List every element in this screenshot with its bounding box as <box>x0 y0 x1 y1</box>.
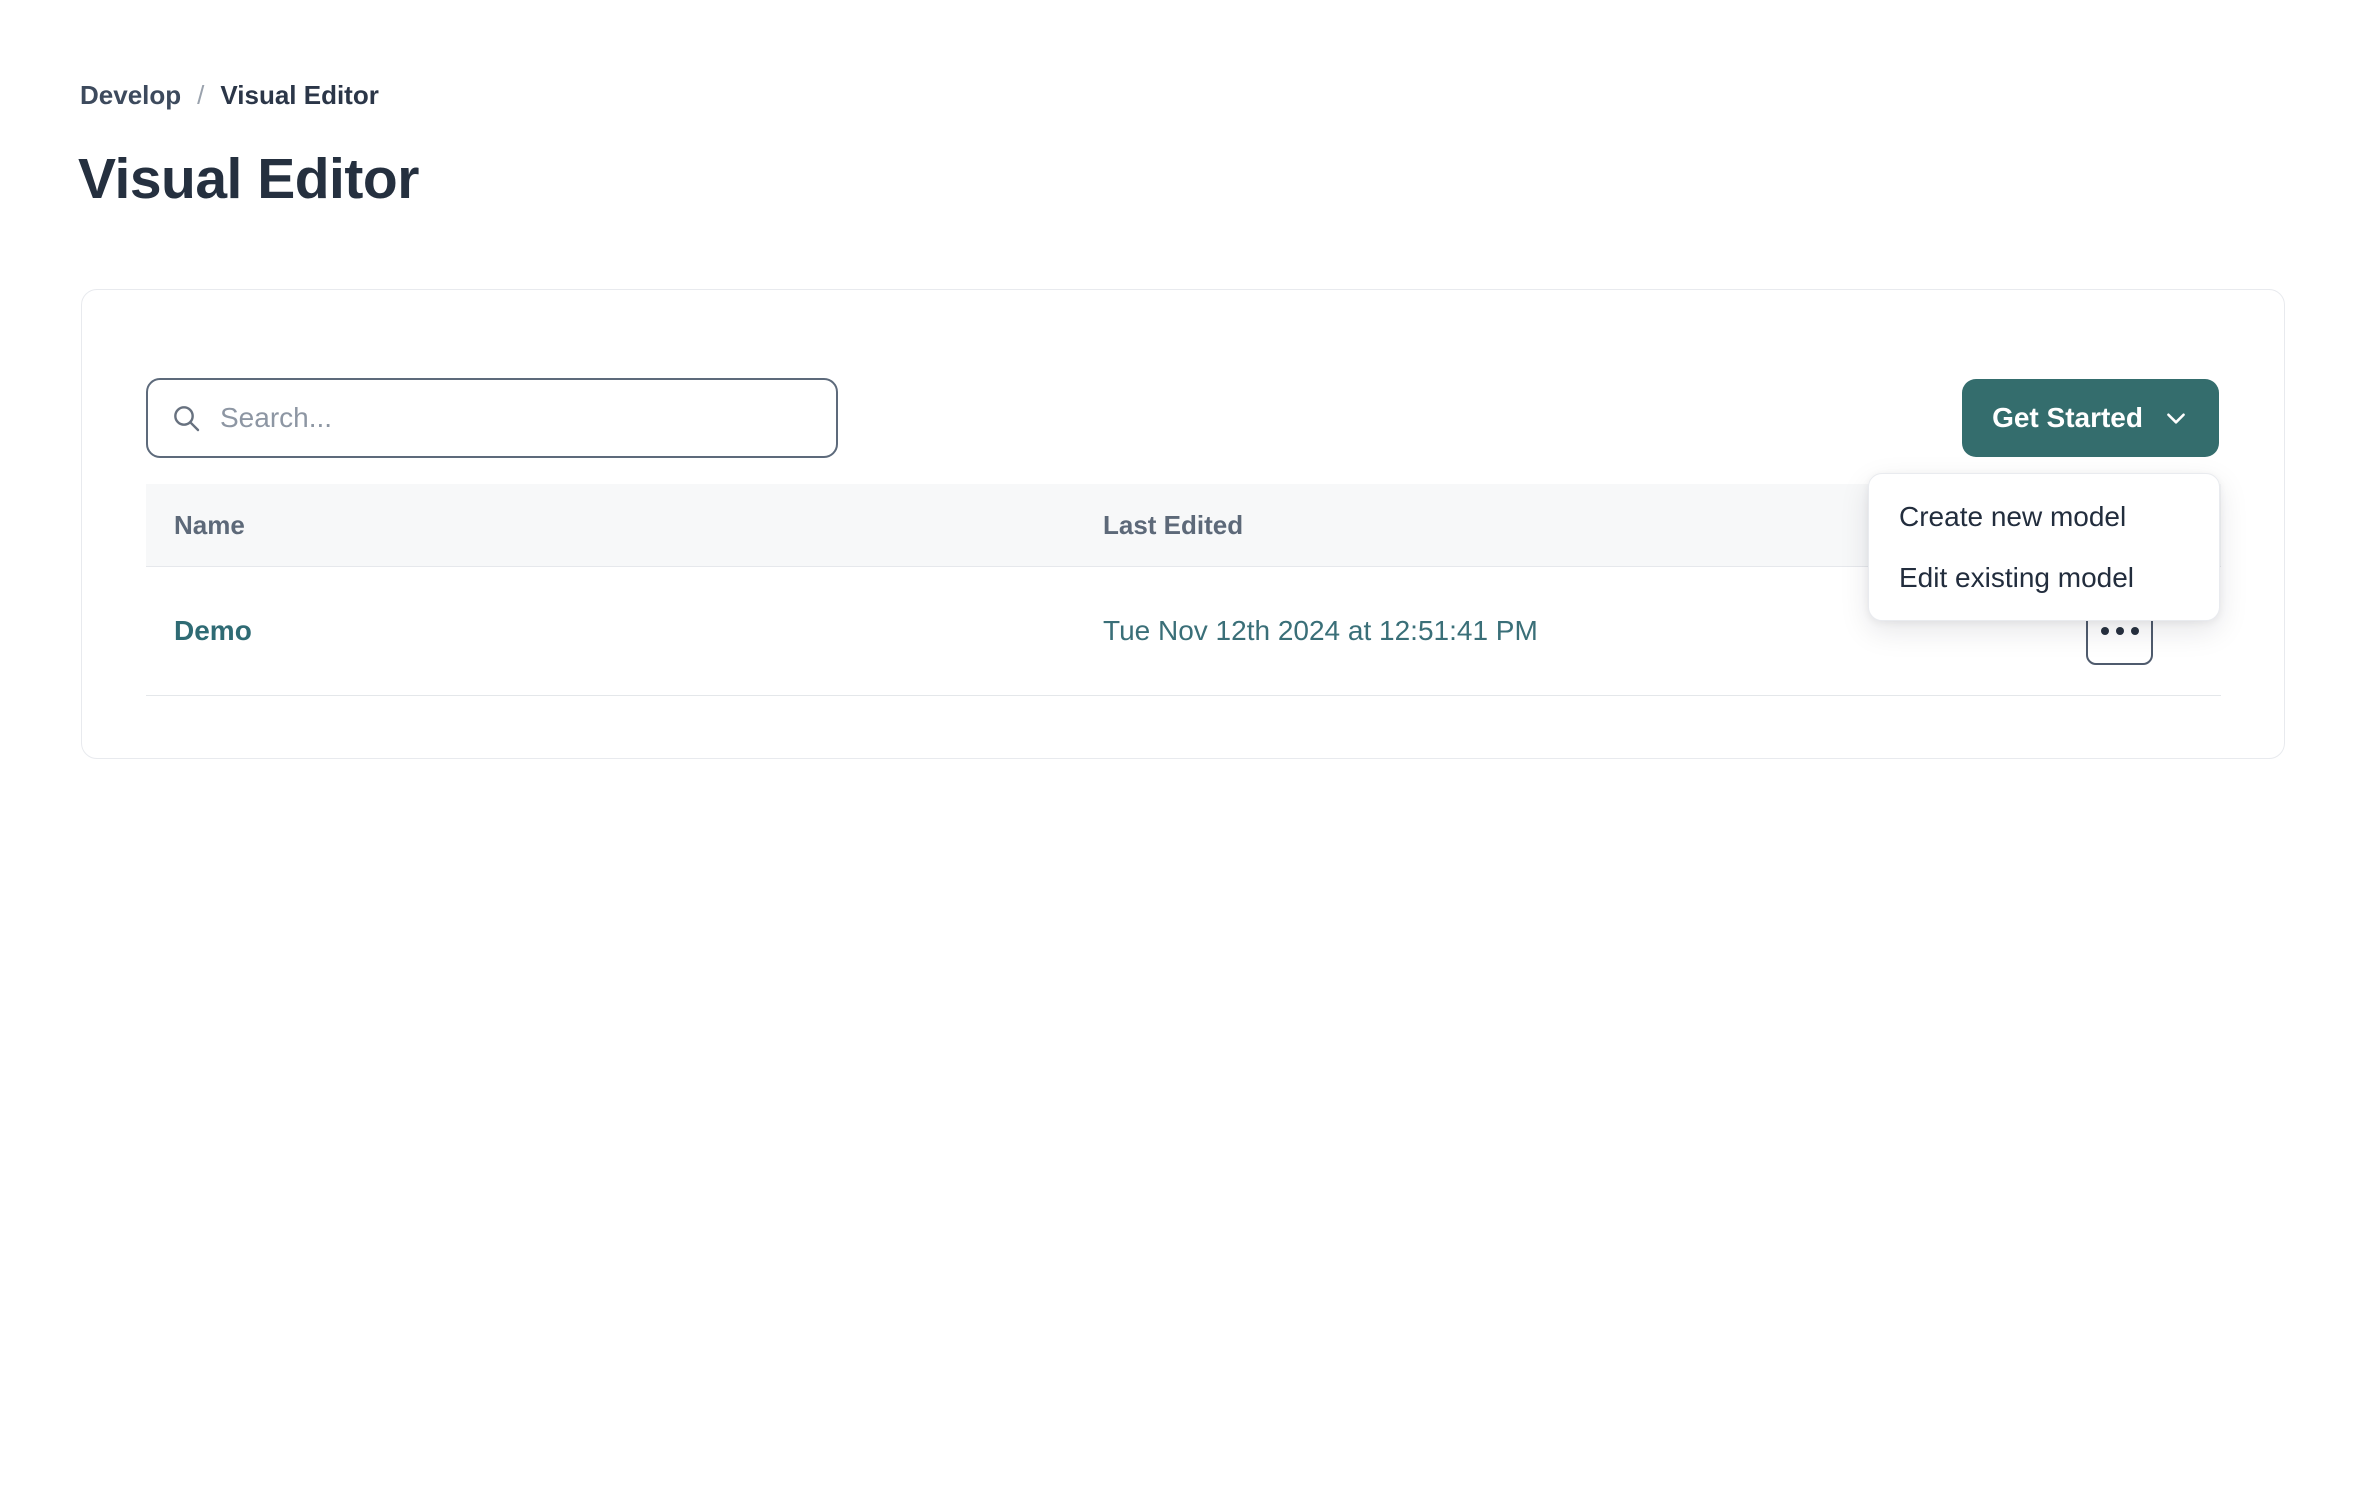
breadcrumb-develop[interactable]: Develop <box>80 80 181 111</box>
search-icon <box>170 402 202 434</box>
menu-item-edit-existing-model[interactable]: Edit existing model <box>1869 547 2219 608</box>
row-name-cell: Demo <box>146 615 1103 647</box>
search-input[interactable] <box>220 402 814 434</box>
row-last-edited-cell: Tue Nov 12th 2024 at 12:51:41 PM <box>1103 615 1961 647</box>
chevron-down-icon <box>2163 405 2189 431</box>
column-header-last-edited: Last Edited <box>1103 510 1961 541</box>
breadcrumb: Develop / Visual Editor <box>80 80 379 111</box>
get-started-button[interactable]: Get Started <box>1962 379 2219 457</box>
get-started-dropdown: Create new model Edit existing model <box>1868 473 2220 621</box>
page-title: Visual Editor <box>78 146 419 212</box>
menu-item-create-new-model[interactable]: Create new model <box>1869 486 2219 547</box>
get-started-label: Get Started <box>1992 402 2143 434</box>
breadcrumb-visual-editor[interactable]: Visual Editor <box>220 80 378 111</box>
column-header-name: Name <box>146 510 1103 541</box>
model-link-demo[interactable]: Demo <box>174 615 252 646</box>
breadcrumb-separator: / <box>197 80 204 111</box>
ellipsis-icon <box>2101 627 2109 635</box>
search-box[interactable] <box>146 378 838 458</box>
last-edited-timestamp: Tue Nov 12th 2024 at 12:51:41 PM <box>1103 615 1538 646</box>
